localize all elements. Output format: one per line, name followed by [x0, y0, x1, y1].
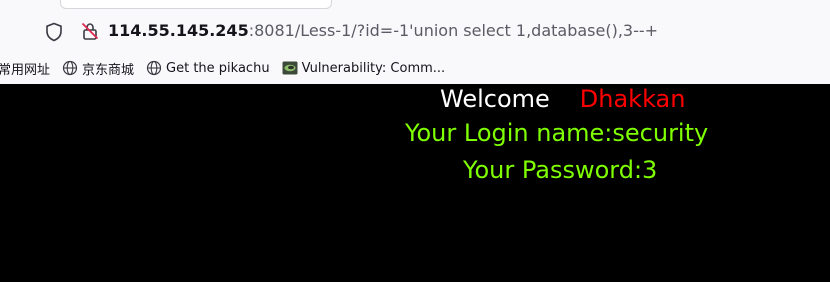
bookmark-jd-mall[interactable]: 京东商城	[62, 59, 134, 78]
url-path-query: :8081/Less-1/?id=-1'union select 1,datab…	[248, 21, 659, 40]
url-text[interactable]: 114.55.145.245:8081/Less-1/?id=-1'union …	[108, 21, 658, 41]
globe-icon	[146, 60, 162, 76]
url-host: 114.55.145.245	[108, 21, 249, 40]
shield-icon[interactable]	[45, 22, 63, 42]
browser-chrome: 114.55.145.245:8081/Less-1/?id=-1'union …	[0, 0, 830, 84]
page-content	[0, 84, 830, 282]
welcome-line: Welcome Dhakkan	[440, 84, 685, 114]
login-name-result: Your Login name:security	[405, 119, 709, 147]
bookmark-common-sites[interactable]: 常用网址	[0, 59, 50, 78]
globe-icon	[62, 60, 78, 76]
browser-tab[interactable]	[60, 0, 332, 9]
password-result: Your Password:3	[463, 156, 658, 184]
bookmark-label: Get the pikachu	[166, 60, 270, 76]
bookmark-label: 京东商城	[82, 62, 135, 78]
bookmark-label: 常用网址	[0, 62, 51, 78]
bookmark-get-the-pikachu[interactable]: Get the pikachu	[146, 60, 270, 76]
insecure-lock-icon[interactable]	[80, 21, 100, 41]
bookmarks-toolbar: 常用网址 京东商城 Get the pikachu Vulnerability:…	[0, 54, 830, 82]
bookmark-label: Vulnerability: Comm...	[301, 60, 446, 76]
welcome-name: Dhakkan	[579, 85, 686, 113]
bookmark-vulnerability[interactable]: Vulnerability: Comm...	[282, 60, 446, 76]
address-bar[interactable]: 114.55.145.245:8081/Less-1/?id=-1'union …	[34, 12, 824, 50]
dvwa-icon	[282, 61, 298, 75]
welcome-text: Welcome	[440, 85, 550, 113]
